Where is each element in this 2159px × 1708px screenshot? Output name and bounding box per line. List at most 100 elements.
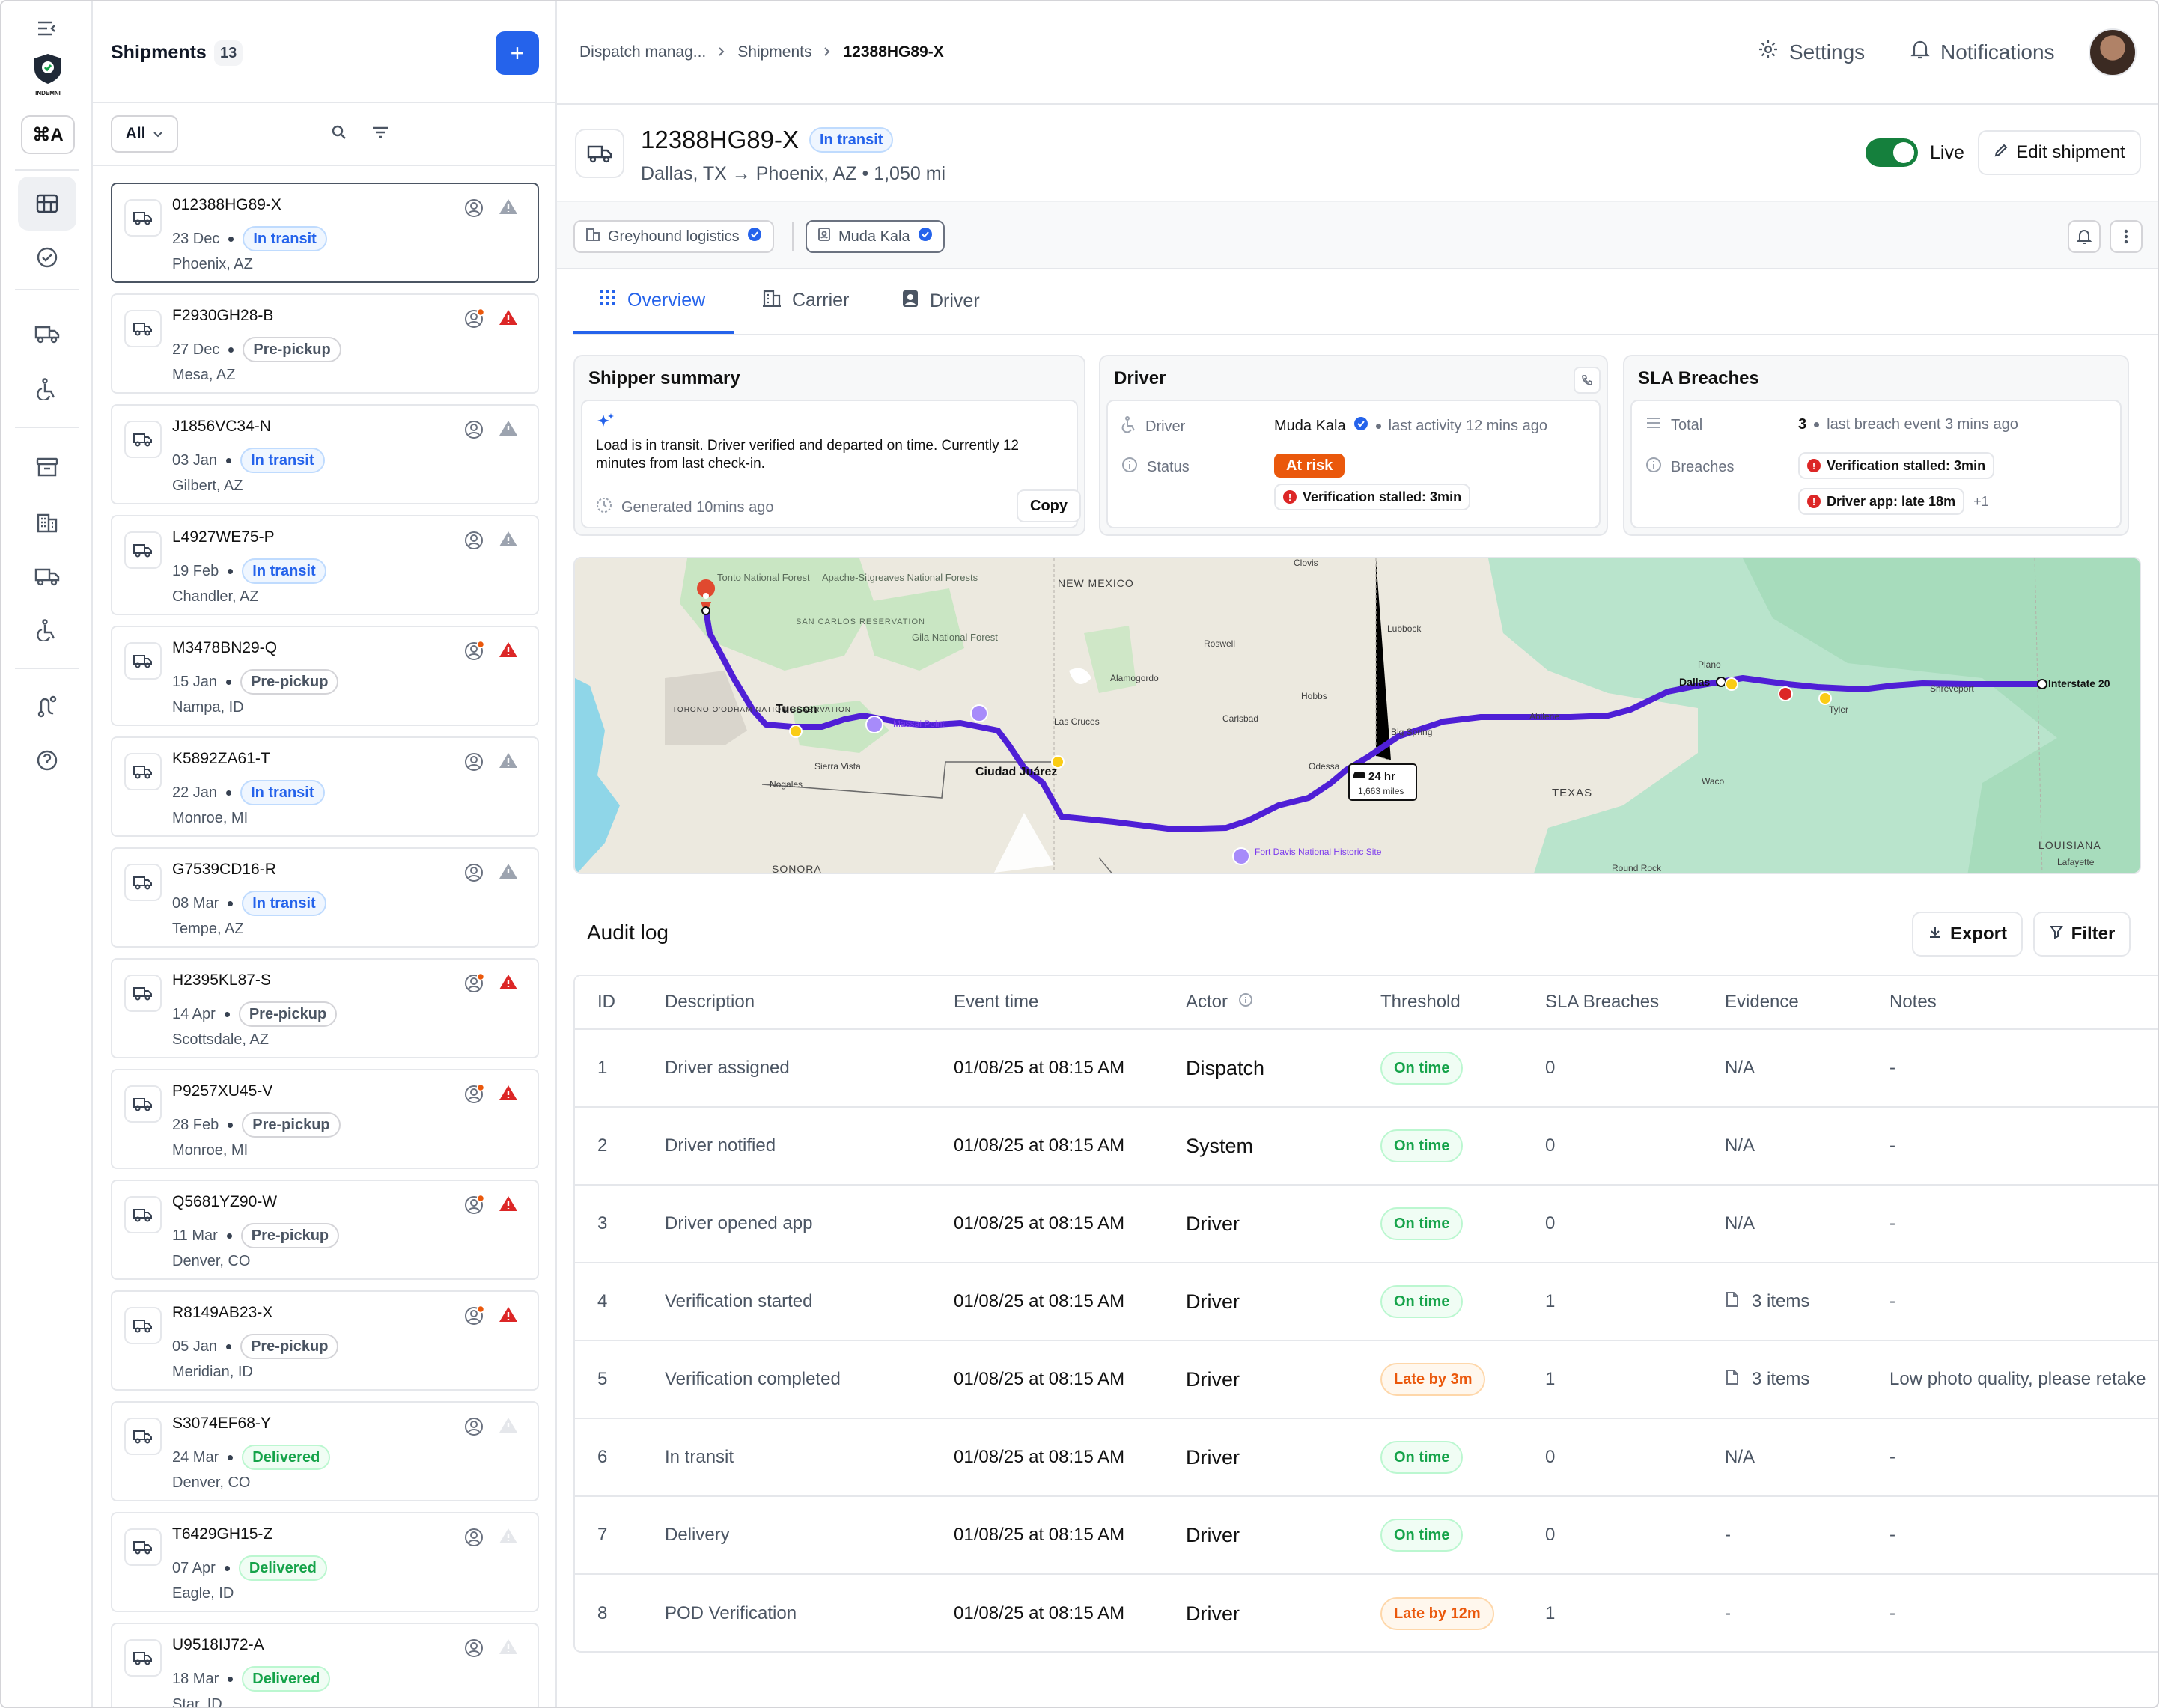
dashboard-icon[interactable] — [18, 177, 76, 231]
driver-name[interactable]: Muda Kala — [1274, 418, 1346, 435]
breach-pill: ! Driver app: late 18m — [1798, 488, 1965, 515]
archive-icon[interactable] — [18, 440, 76, 494]
tab-overview[interactable]: Overview — [599, 289, 705, 312]
chevron-right-icon — [718, 43, 725, 61]
shipment-card-date: 23 Dec — [172, 230, 220, 247]
evidence-cell[interactable]: 3 items — [1725, 1263, 1809, 1340]
row-id: 3 — [597, 1213, 608, 1233]
truck-icon[interactable] — [18, 307, 76, 361]
filter-lines-icon[interactable] — [371, 124, 389, 145]
breadcrumb-shipments[interactable]: Shipments — [737, 43, 811, 61]
shipment-card[interactable]: U9518IJ72-A 18 Mar Delivered Star, ID — [111, 1623, 539, 1707]
more-options-icon[interactable] — [2110, 220, 2143, 253]
sparkle-icon — [596, 412, 615, 436]
breach-1-label: Verification stalled: 3min — [1827, 457, 1986, 473]
row-description: POD Verification — [665, 1603, 797, 1623]
driver-panel: Driver Driver Muda Kala last activity 12… — [1099, 355, 1608, 536]
row-event-time: 01/08/25 at 08:15 AM — [954, 1213, 1125, 1233]
shipment-card-meta: 24 Mar Delivered — [172, 1445, 331, 1470]
filter-button[interactable]: Filter — [2033, 912, 2131, 957]
shipment-card[interactable]: L4927WE75-P 19 Feb In transit Chandler, AZ — [111, 515, 539, 615]
shipment-card[interactable]: M3478BN29-Q 15 Jan Pre-pickup Nampa, ID — [111, 626, 539, 726]
threshold-pill: On time — [1380, 1207, 1464, 1240]
shipment-card-id: U9518IJ72-A — [172, 1636, 264, 1653]
tab-driver[interactable]: Driver — [901, 289, 980, 314]
shipment-status-pill: In transit — [240, 448, 325, 473]
table-row[interactable]: 5 Verification completed 01/08/25 at 08:15… — [575, 1341, 2158, 1419]
shipment-card[interactable]: P9257XU45-V 28 Feb Pre-pickup Monroe, MI — [111, 1069, 539, 1169]
live-toggle[interactable] — [1866, 138, 1918, 167]
shipment-card-id: F2930GH28-B — [172, 307, 274, 324]
shipment-card-date: 28 Feb — [172, 1116, 219, 1133]
evidence-cell[interactable]: 3 items — [1725, 1341, 1809, 1418]
add-shipment-button[interactable]: + — [496, 31, 539, 75]
table-row[interactable]: 2 Driver notified 01/08/25 at 08:15 AM Syst… — [575, 1108, 2158, 1186]
user-status-icon — [464, 530, 485, 555]
shipment-card[interactable]: H2395KL87-S 14 Apr Pre-pickup Scottsdale, A… — [111, 958, 539, 1058]
shipment-card[interactable]: S3074EF68-Y 24 Mar Delivered Denver, CO — [111, 1401, 539, 1501]
generated-label: Generated 10mins ago — [621, 498, 774, 516]
user-avatar[interactable] — [2089, 28, 2137, 76]
breadcrumb-dispatch[interactable]: Dispatch manag... — [579, 43, 706, 61]
shipment-card[interactable]: R8149AB23-X 05 Jan Pre-pickup Meridian, ID — [111, 1290, 539, 1391]
route-map[interactable]: Tonto National Forest Apache-Sitgreaves … — [573, 557, 2141, 874]
accessibility-icon[interactable] — [18, 362, 76, 416]
shipment-card[interactable]: F2930GH28-B 27 Dec Pre-pickup Mesa, AZ — [111, 293, 539, 394]
table-row[interactable]: 7 Delivery 01/08/25 at 08:15 AM Driver On ti… — [575, 1497, 2158, 1575]
table-row[interactable]: 6 In transit 01/08/25 at 08:15 AM Driver On … — [575, 1419, 2158, 1497]
building-icon[interactable] — [18, 495, 76, 549]
table-row[interactable]: 3 Driver opened app 01/08/25 at 08:15 AM Dr… — [575, 1186, 2158, 1263]
at-risk-badge: At risk — [1274, 454, 1345, 478]
truck-icon-2[interactable] — [18, 549, 76, 603]
info-icon[interactable] — [1238, 992, 1253, 1013]
shipment-card-meta: 23 Dec In transit — [172, 226, 327, 251]
export-button[interactable]: Export — [1912, 912, 2023, 957]
shipment-card[interactable]: Q5681YZ90-W 11 Mar Pre-pickup Denver, CO — [111, 1180, 539, 1280]
row-threshold: On time — [1380, 1497, 1464, 1573]
total-value: 3 — [1798, 416, 1807, 433]
generated-info: Generated 10mins ago — [596, 497, 773, 518]
threshold-pill: On time — [1380, 1519, 1464, 1552]
row-notes: - — [1889, 1213, 1895, 1233]
map-label-sancarlos: SAN CARLOS RESERVATION — [796, 617, 925, 626]
shipment-card-meta: 08 Mar In transit — [172, 891, 326, 916]
tab-carrier[interactable]: Carrier — [762, 289, 849, 312]
notifications-link[interactable]: Notifications — [1910, 39, 2055, 65]
settings-link[interactable]: Settings — [1758, 39, 1865, 65]
row-id: 4 — [597, 1291, 608, 1311]
search-icon[interactable] — [331, 124, 347, 145]
driver-chip[interactable]: Muda Kala — [806, 220, 945, 253]
command-shortcut-button[interactable]: ⌘A — [21, 115, 75, 154]
evidence-cell: N/A — [1725, 1447, 1755, 1467]
carrier-chip[interactable]: Greyhound logistics — [573, 220, 774, 253]
shipment-card[interactable]: K5892ZA61-T 22 Jan In transit Monroe, MI — [111, 736, 539, 837]
shipment-card[interactable]: T6429GH15-Z 07 Apr Delivered Eagle, ID — [111, 1512, 539, 1612]
badge-check-icon[interactable] — [18, 231, 76, 284]
list-toolbar: All — [93, 103, 557, 166]
table-row[interactable]: 1 Driver assigned 01/08/25 at 08:15 AM Disp… — [575, 1030, 2158, 1108]
map-label-sierravista: Sierra Vista — [814, 761, 861, 772]
accessibility-icon-2[interactable] — [18, 603, 76, 657]
edit-shipment-button[interactable]: Edit shipment — [1978, 130, 2141, 175]
bell-lock-icon[interactable] — [2068, 220, 2101, 253]
shipment-card[interactable]: G7539CD16-R 08 Mar In transit Tempe, AZ — [111, 847, 539, 948]
table-row[interactable]: 8 POD Verification 01/08/25 at 08:15 AM Dri… — [575, 1575, 2158, 1651]
row-notes: - — [1889, 1447, 1895, 1467]
table-row[interactable]: 4 Verification started 01/08/25 at 08:15 A… — [575, 1263, 2158, 1341]
route-icon[interactable] — [18, 680, 76, 733]
status-filter-dropdown[interactable]: All — [111, 115, 178, 153]
issue-pill: ! Verification stalled: 3min — [1274, 484, 1471, 510]
file-icon — [1725, 1291, 1740, 1313]
shipment-card[interactable]: 012388HG89-X 23 Dec In transit Phoenix, AZ — [111, 183, 539, 283]
info-icon — [1121, 457, 1138, 478]
map-label-nogales: Nogales — [770, 779, 803, 790]
entity-chip-bar: Greyhound logistics Muda Kala — [557, 201, 2158, 269]
help-icon[interactable] — [18, 733, 76, 787]
phone-icon[interactable] — [1574, 367, 1601, 394]
evidence-cell: - — [1725, 1525, 1731, 1545]
collapse-menu-icon[interactable] — [18, 13, 76, 43]
copy-button[interactable]: Copy — [1017, 489, 1081, 522]
column-id: ID — [597, 992, 615, 1012]
shipment-card[interactable]: J1856VC34-N 03 Jan In transit Gilbert, AZ — [111, 404, 539, 504]
more-breaches-count[interactable]: +1 — [1973, 494, 1989, 510]
